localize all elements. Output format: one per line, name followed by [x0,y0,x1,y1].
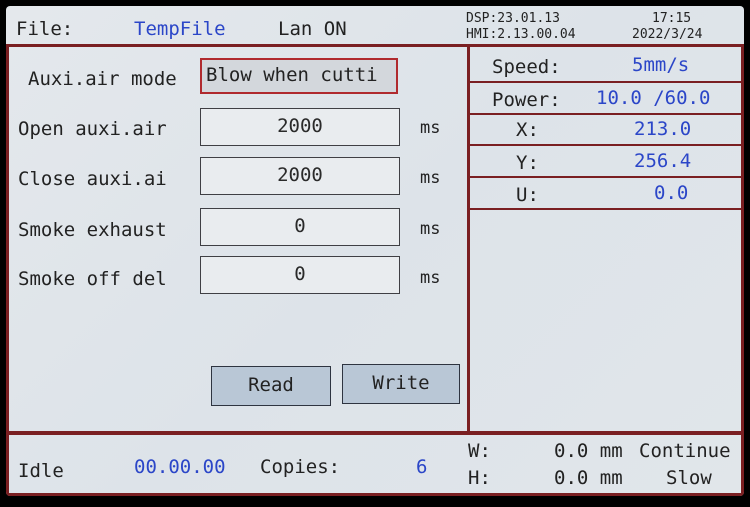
lan-status: Lan ON [278,18,347,40]
open-auxi-air-input[interactable]: 2000 [200,108,400,146]
copies-label: Copies: [260,456,341,478]
right-border [741,44,744,496]
smoke-exhaust-input[interactable]: 0 [200,208,400,246]
height-value: 0.0 mm [554,467,623,489]
smoke-off-delay-label: Smoke off del [18,268,167,290]
left-border [6,44,9,496]
height-label: H: [468,467,491,489]
speed-label: Speed: [492,56,561,78]
bottom-border [6,493,744,496]
run-mode-slow: Slow [666,467,712,489]
y-axis-label: Y: [516,152,539,174]
x-axis-value: 213.0 [634,118,692,140]
hmi-screen: File: TempFile Lan ON DSP:23.01.13 HMI:2… [6,6,744,496]
y-axis-value: 256.4 [634,150,692,172]
smoke-exhaust-label: Smoke exhaust [18,219,167,241]
status-divider [470,208,742,210]
close-auxi-air-input[interactable]: 2000 [200,157,400,195]
width-value: 0.0 mm [554,440,623,462]
file-label: File: [16,18,74,40]
clock-date: 2022/3/24 [632,27,703,42]
dsp-version: DSP:23.01.13 [466,11,560,26]
read-button[interactable]: Read [211,366,331,406]
file-name[interactable]: TempFile [134,20,226,39]
write-button[interactable]: Write [342,364,460,404]
smoke-off-delay-unit: ms [420,268,441,288]
auxi-air-mode-label: Auxi.air mode [28,68,177,90]
run-mode-continue: Continue [639,440,731,462]
status-divider [470,81,742,83]
hmi-version: HMI:2.13.00.04 [466,27,576,42]
width-label: W: [468,440,491,462]
u-axis-label: U: [516,184,539,206]
status-divider [470,176,742,178]
header-divider [6,44,744,47]
elapsed-time: 00.00.00 [134,456,226,478]
status-divider [470,113,742,115]
panel-divider [467,44,470,434]
machine-state: Idle [18,460,64,482]
smoke-exhaust-unit: ms [420,219,441,239]
footer-divider [6,431,744,435]
clock-time: 17:15 [652,11,692,26]
close-auxi-air-unit: ms [420,168,441,188]
power-label: Power: [492,89,561,111]
status-divider [470,144,742,146]
open-auxi-air-label: Open auxi.air [18,118,167,140]
auxi-air-mode-select[interactable]: Blow when cutti [200,58,398,94]
u-axis-value: 0.0 [654,182,689,204]
speed-value: 5mm/s [632,54,690,76]
open-auxi-air-unit: ms [420,118,441,138]
smoke-off-delay-input[interactable]: 0 [200,256,400,294]
close-auxi-air-label: Close auxi.ai [18,168,167,190]
x-axis-label: X: [516,119,539,141]
power-value: 10.0 /60.0 [596,87,711,109]
copies-value: 6 [416,456,428,478]
